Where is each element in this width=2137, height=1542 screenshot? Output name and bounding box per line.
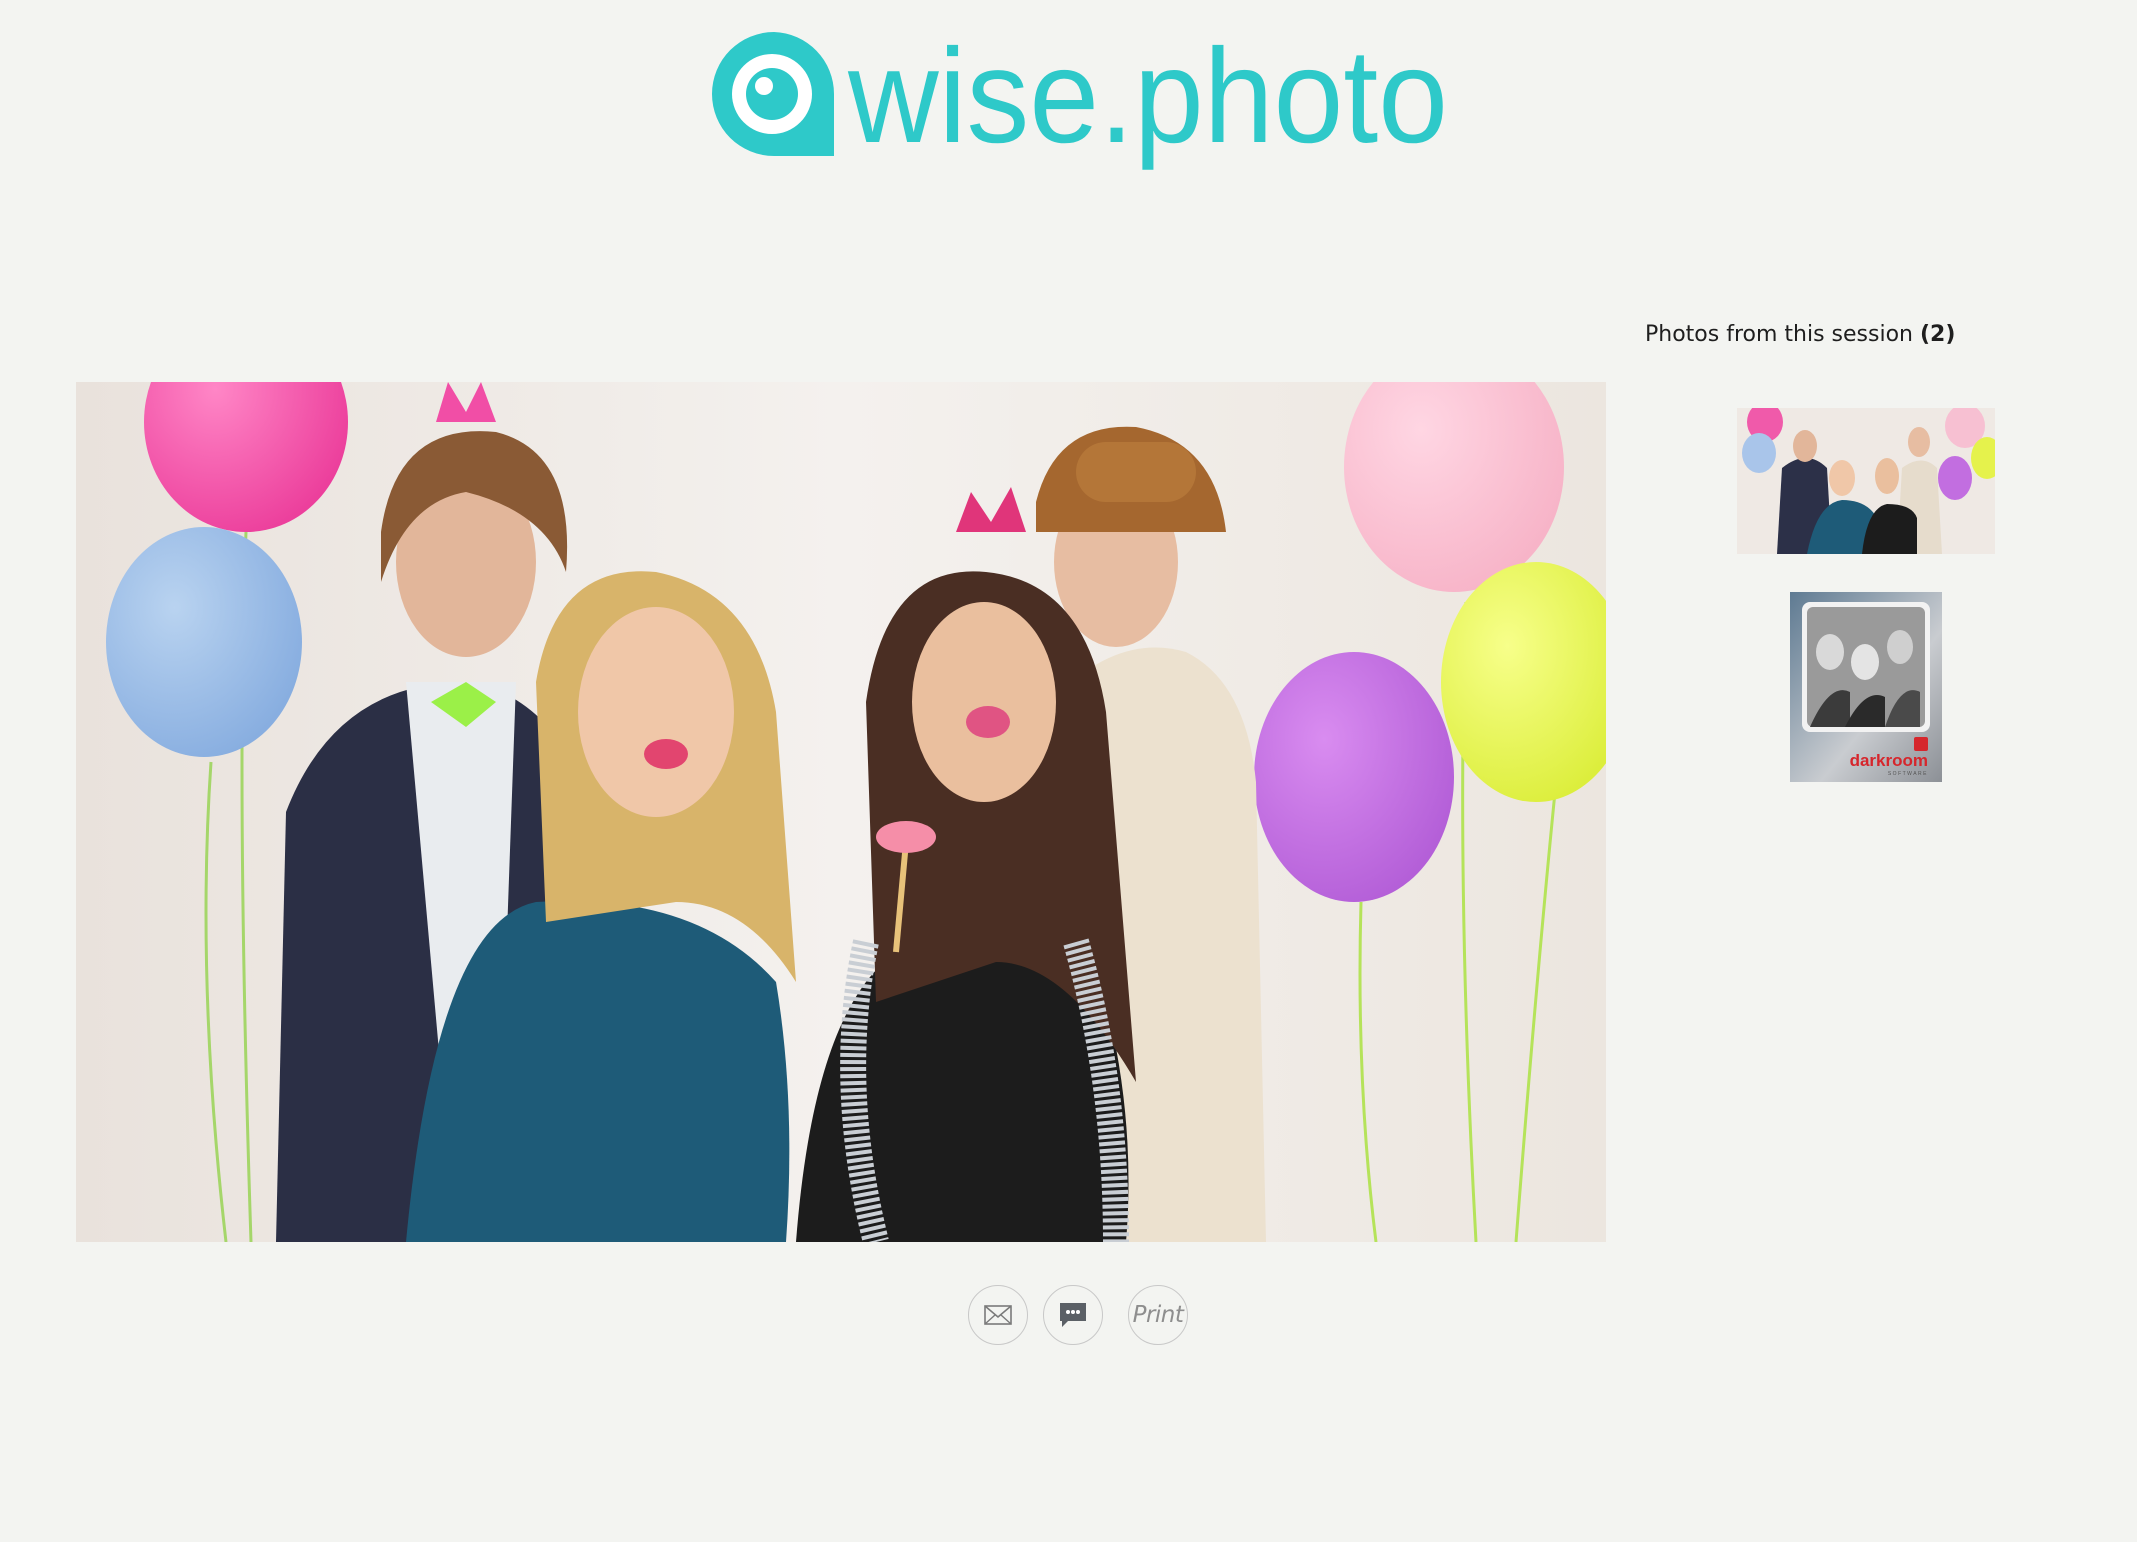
wise-photo-logo: wise.photo [706, 30, 1452, 180]
main-photo [76, 382, 1606, 1242]
logo-wordmark: wise.photo [847, 30, 1448, 171]
sms-button[interactable] [1043, 1285, 1103, 1345]
session-photo-count: (2) [1919, 322, 1956, 347]
session-title-text: Photos from this session [1645, 322, 1913, 347]
chat-bubble-icon [1060, 1303, 1086, 1327]
email-button[interactable] [968, 1285, 1028, 1345]
session-thumbnail-2[interactable]: darkroom SOFTWARE [1790, 592, 1942, 782]
envelope-icon [984, 1305, 1012, 1325]
session-thumbnail-1[interactable] [1737, 408, 1995, 554]
darkroom-brand-text: darkroom [1850, 751, 1928, 770]
session-photos-heading: Photos from this session (2) [1645, 322, 1955, 347]
darkroom-brand-sub: SOFTWARE [1888, 771, 1928, 777]
print-button-label: Print [1132, 1302, 1184, 1328]
print-button[interactable]: Print [1128, 1285, 1188, 1345]
